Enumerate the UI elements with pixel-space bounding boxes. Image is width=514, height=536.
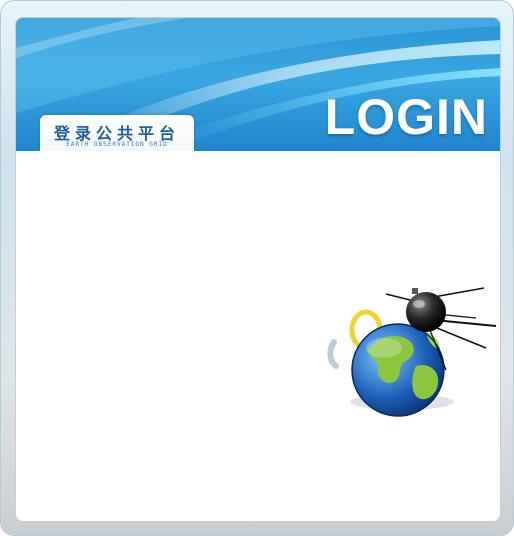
login-panel-frame: LOGIN 登录公共平台 EARTH OBSERVATION GRID xyxy=(0,0,514,536)
globe-satellite-icon xyxy=(327,287,496,417)
platform-tab: 登录公共平台 EARTH OBSERVATION GRID xyxy=(40,115,194,151)
platform-subtitle: EARTH OBSERVATION GRID xyxy=(66,141,168,148)
header-banner: LOGIN 登录公共平台 EARTH OBSERVATION GRID xyxy=(16,18,500,151)
login-panel: LOGIN 登录公共平台 EARTH OBSERVATION GRID xyxy=(15,17,501,522)
login-title: LOGIN xyxy=(324,89,488,145)
